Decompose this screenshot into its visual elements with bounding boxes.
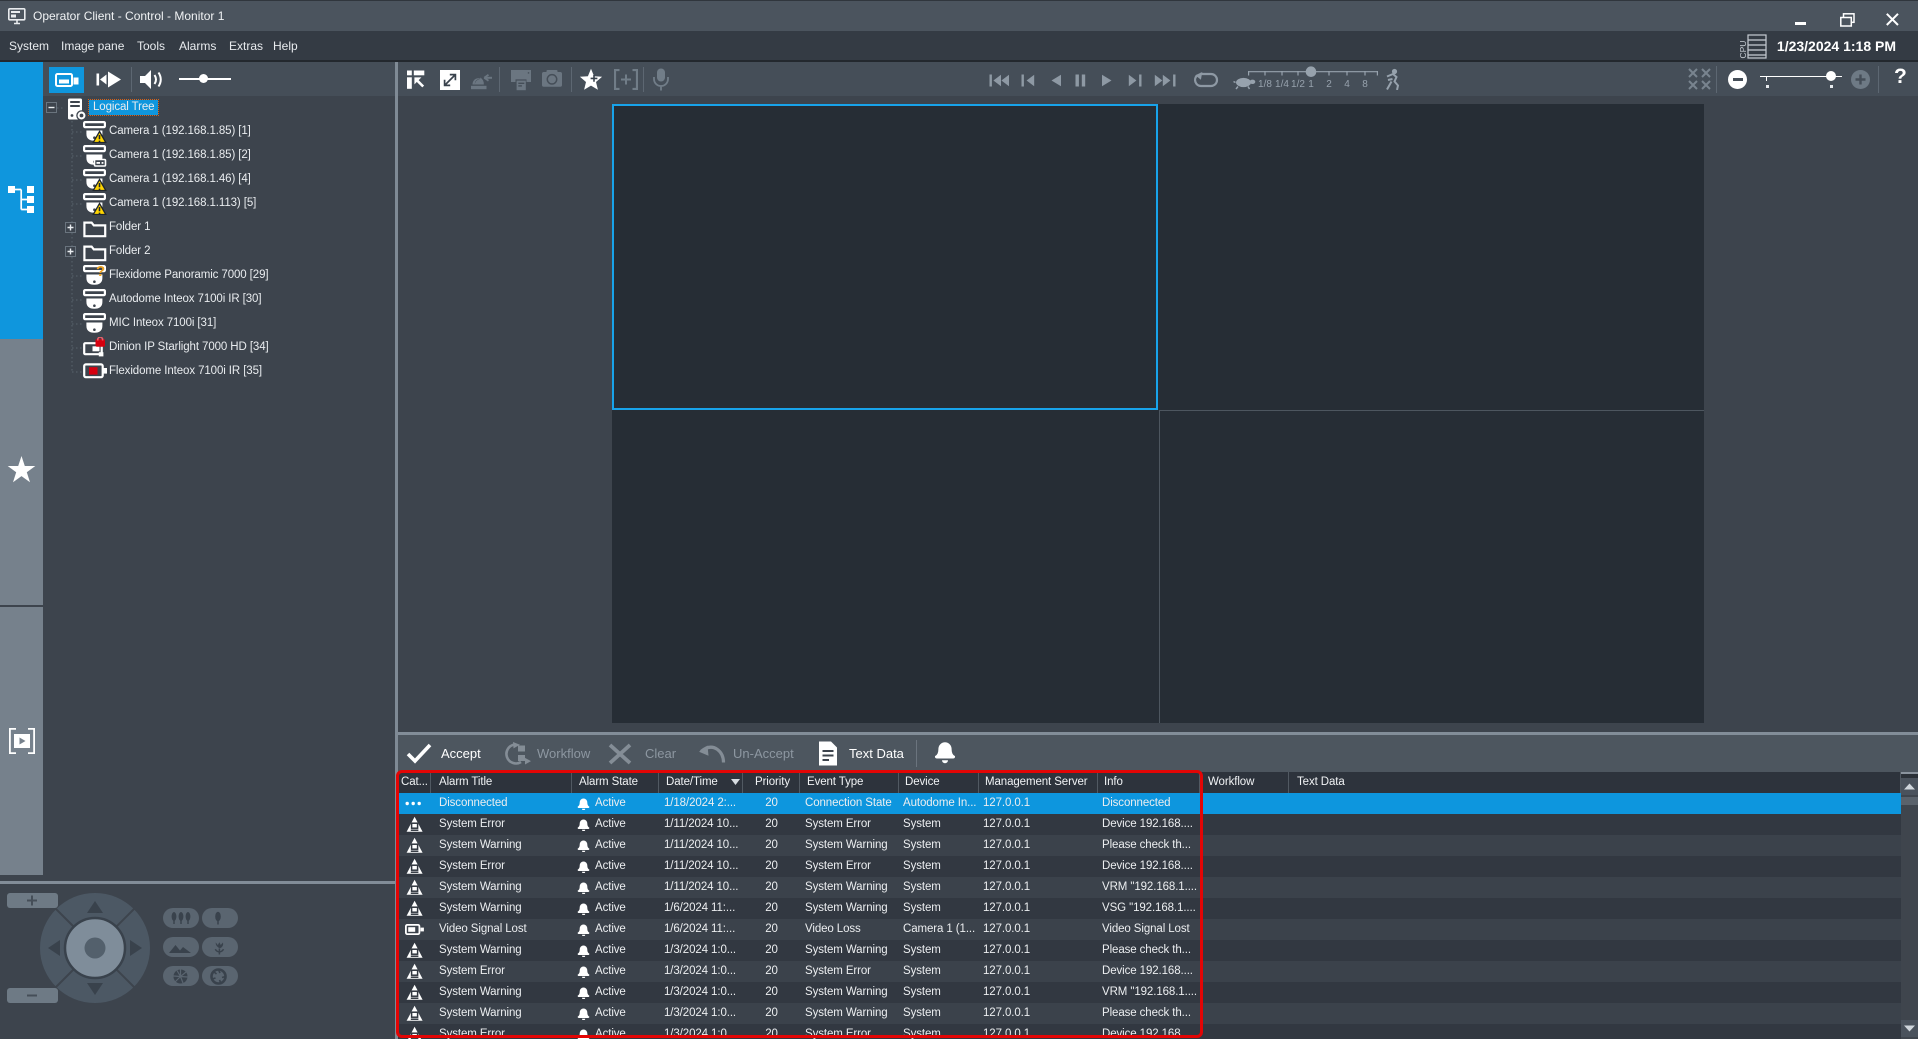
svg-text:1/8: 1/8: [1258, 79, 1272, 90]
svg-text:4: 4: [1344, 79, 1350, 90]
svg-text:1/4: 1/4: [1275, 79, 1289, 90]
svg-text:?: ?: [96, 265, 105, 280]
svg-text:1/2: 1/2: [1291, 79, 1305, 90]
svg-text:CPU: CPU: [1738, 41, 1748, 59]
svg-text:1: 1: [1308, 79, 1314, 90]
svg-text:8: 8: [1362, 79, 1368, 90]
svg-text:2: 2: [1326, 79, 1332, 90]
